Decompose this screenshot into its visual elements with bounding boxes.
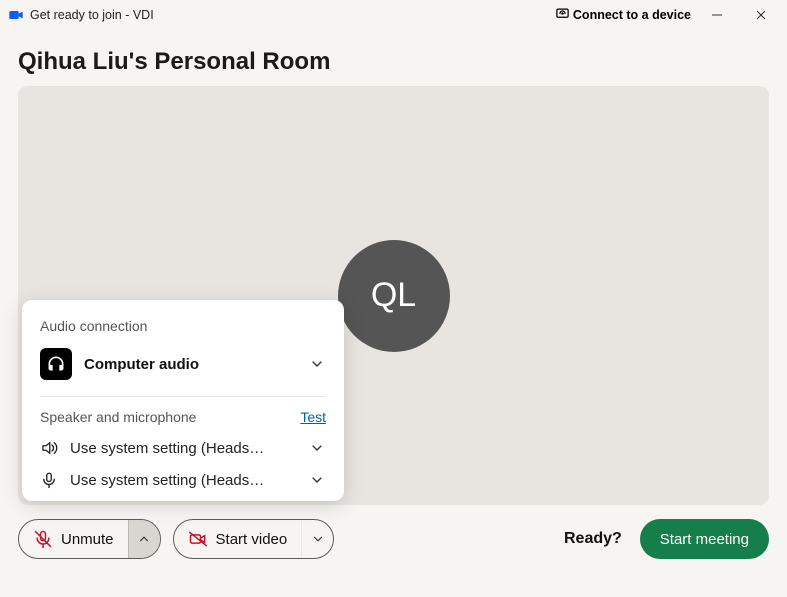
chevron-down-icon — [308, 471, 326, 489]
audio-settings-popover: Audio connection Computer audio Speaker … — [22, 300, 344, 501]
avatar: QL — [338, 240, 450, 352]
headset-icon — [40, 348, 72, 380]
cast-icon — [555, 6, 570, 24]
connect-device-link[interactable]: Connect to a device — [555, 6, 691, 24]
start-video-label: Start video — [216, 531, 288, 548]
speaker-mic-label: Speaker and microphone — [40, 409, 196, 425]
microphone-name: Use system setting (Headset ... — [70, 472, 270, 489]
connect-device-label: Connect to a device — [573, 8, 691, 22]
audio-mode-selector[interactable]: Computer audio — [40, 348, 326, 397]
video-preview-stage: QL Audio connection Computer audio Speak… — [18, 86, 769, 505]
chevron-down-icon — [308, 439, 326, 457]
microphone-icon — [40, 471, 58, 489]
start-video-button[interactable]: Start video — [174, 520, 302, 558]
start-video-control: Start video — [173, 519, 335, 559]
start-meeting-button[interactable]: Start meeting — [640, 519, 769, 559]
audio-popover-title: Audio connection — [40, 318, 326, 334]
chevron-down-icon — [308, 355, 326, 373]
room-title: Qihua Liu's Personal Room — [18, 48, 769, 76]
video-options-button[interactable] — [301, 520, 333, 558]
mic-muted-icon — [33, 529, 53, 549]
audio-mode-label: Computer audio — [84, 356, 199, 373]
ready-text: Ready? — [564, 530, 622, 548]
test-audio-link[interactable]: Test — [300, 409, 326, 425]
close-button[interactable] — [743, 3, 779, 27]
unmute-button[interactable]: Unmute — [19, 520, 128, 558]
camera-off-icon — [188, 529, 208, 549]
speaker-name: Use system setting (Headset ... — [70, 440, 270, 457]
app-icon — [8, 7, 24, 23]
microphone-selector[interactable]: Use system setting (Headset ... — [40, 471, 326, 489]
unmute-label: Unmute — [61, 531, 114, 548]
speaker-selector[interactable]: Use system setting (Headset ... — [40, 439, 326, 457]
unmute-options-button[interactable] — [128, 520, 160, 558]
speaker-icon — [40, 439, 58, 457]
minimize-button[interactable] — [699, 3, 735, 27]
window-title: Get ready to join - VDI — [30, 8, 154, 22]
unmute-control: Unmute — [18, 519, 161, 559]
